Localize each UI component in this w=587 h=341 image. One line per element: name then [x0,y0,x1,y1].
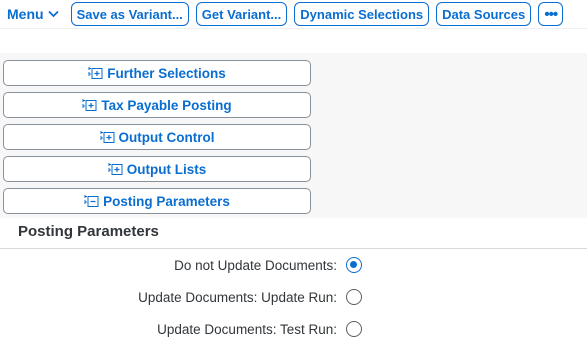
section-label: Posting Parameters [103,193,230,209]
collapse-section-icon [84,195,99,207]
option-label: Do not Update Documents: [174,258,337,273]
expand-section-icon [108,163,123,175]
further-selections-toggle[interactable]: Further Selections [3,60,311,86]
section-title: Posting Parameters [18,223,159,240]
section-label: Output Lists [126,161,207,177]
option-row-do-not-update: Do not Update Documents: [0,257,370,277]
option-label: Update Documents: Update Run: [138,290,337,305]
output-lists-toggle[interactable]: Output Lists [3,156,311,182]
option-label: Update Documents: Test Run: [157,322,337,337]
section-label: Further Selections [107,65,226,81]
do-not-update-radio[interactable] [346,257,362,273]
more-options-button[interactable]: ••• [538,2,564,26]
tax-payable-posting-toggle[interactable]: Tax Payable Posting [3,92,311,118]
section-label: Output Control [118,129,215,145]
dynamic-selections-button[interactable]: Dynamic Selections [294,2,430,26]
get-variant-button[interactable]: Get Variant... [195,2,288,26]
update-run-radio[interactable] [346,289,362,305]
posting-parameters-header: Posting Parameters [0,218,587,249]
chevron-down-icon [47,10,59,18]
toolbar-spacer [0,28,587,44]
data-sources-button[interactable]: Data Sources [436,2,532,26]
option-row-test-run: Update Documents: Test Run: [0,321,370,341]
expand-section-icon [100,131,114,143]
option-row-update-run: Update Documents: Update Run: [0,289,370,309]
expand-section-icon [88,67,103,79]
menu-button[interactable]: Menu [7,6,59,22]
save-as-variant-button[interactable]: Save as Variant... [70,2,189,26]
section-label: Tax Payable Posting [101,97,232,113]
menu-label: Menu [7,6,44,22]
toolbar: Menu Save as Variant... Get Variant... D… [0,0,587,28]
test-run-radio[interactable] [346,321,362,337]
expand-section-icon [82,99,97,111]
output-control-toggle[interactable]: Output Control [3,124,311,150]
posting-parameters-toggle[interactable]: Posting Parameters [3,188,311,214]
